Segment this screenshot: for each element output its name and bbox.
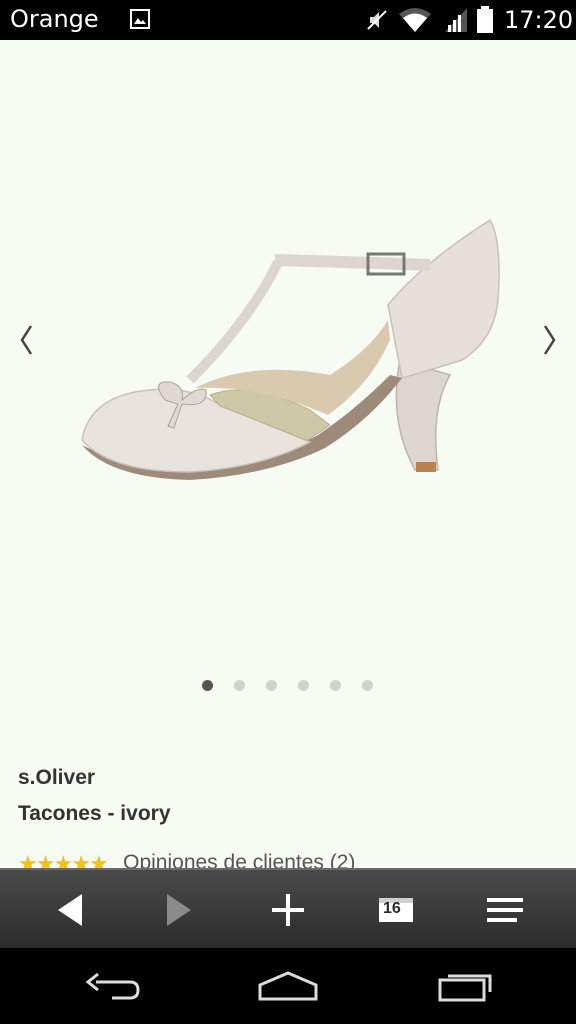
carousel-dot[interactable] [234,680,245,691]
back-button[interactable] [48,888,92,932]
carousel-dot[interactable] [298,680,309,691]
tab-count: 16 [383,900,401,917]
product-image[interactable] [70,210,510,490]
battery-icon [477,6,493,33]
carousel-dot[interactable] [362,680,373,691]
new-tab-button[interactable] [266,888,310,932]
product-title: Tacones - ivory [18,802,171,825]
menu-icon [487,898,523,922]
previous-image-arrow[interactable] [14,315,38,365]
carrier-label: Orange [10,5,99,33]
mute-icon [367,10,387,30]
gallery-icon [130,9,150,29]
page-content: s.Oliver Tacones - ivory ★★★★★ Opiniones… [0,40,576,870]
system-back-button[interactable] [72,964,152,1008]
back-icon [58,894,82,926]
recents-nav-icon [438,974,492,1002]
wifi-icon [399,8,431,32]
menu-button[interactable] [483,888,527,932]
status-bar: Orange 17:20 [0,0,576,40]
carousel-dot[interactable] [266,680,277,691]
product-brand[interactable]: s.Oliver [18,766,95,790]
back-nav-icon [85,972,140,1000]
carousel-dot[interactable] [330,680,341,691]
clock: 17:20 [504,6,574,34]
new-tab-icon [272,894,304,926]
system-home-button[interactable] [248,964,328,1008]
forward-button[interactable] [157,888,201,932]
forward-icon [167,894,191,926]
system-navigation-bar [0,948,576,1024]
home-nav-icon [258,971,318,1001]
signal-icon [445,8,467,32]
carousel-dot-active[interactable] [202,680,213,691]
browser-toolbar: 16 [0,868,576,950]
system-recents-button[interactable] [426,964,506,1008]
next-image-arrow[interactable] [538,315,562,365]
